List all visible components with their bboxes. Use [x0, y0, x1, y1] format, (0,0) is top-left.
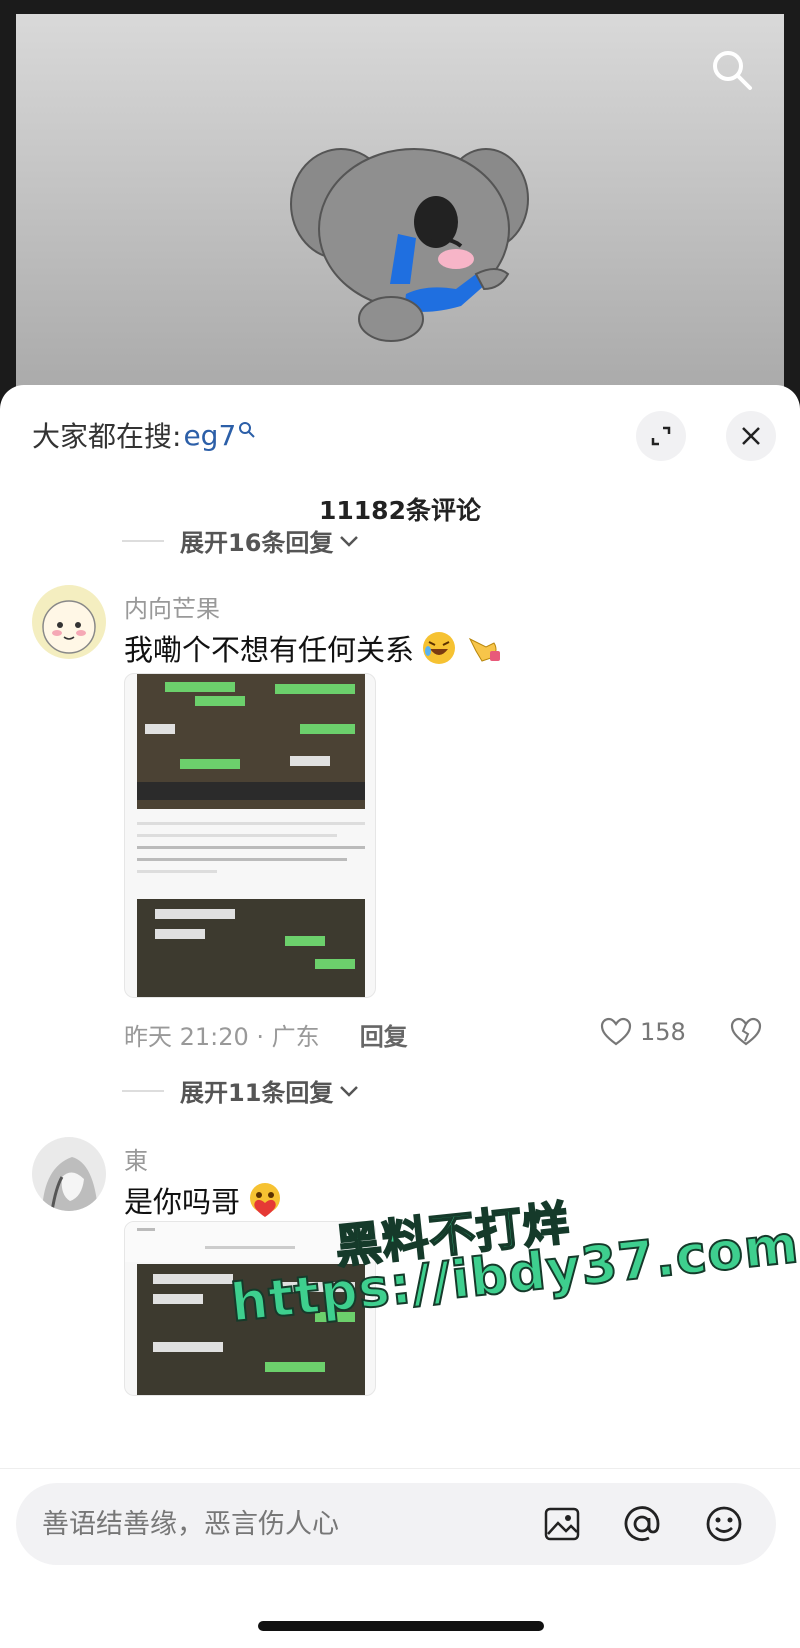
- close-icon: [742, 427, 760, 445]
- expand-replies-button[interactable]: 展开16条回复: [122, 523, 359, 558]
- rolling-laughing-emoji: [423, 632, 456, 664]
- like-button[interactable]: 158: [600, 1017, 686, 1047]
- close-button[interactable]: [726, 411, 776, 461]
- expand-icon: [651, 426, 671, 446]
- avatar[interactable]: [32, 1137, 106, 1211]
- sheet-header: 大家都在搜: eg7: [0, 385, 800, 475]
- home-indicator: [258, 1621, 544, 1631]
- comment-body: 我嘞个不想有任何关系: [124, 633, 415, 667]
- comment-username[interactable]: 内向芒果: [124, 589, 220, 624]
- expand-replies-label: 展开11条回复: [180, 1079, 334, 1107]
- image-icon[interactable]: [542, 1504, 582, 1544]
- hot-search-keyword[interactable]: eg7: [183, 419, 236, 452]
- comment-count: 11182条评论: [319, 496, 481, 525]
- like-count: 158: [640, 1018, 686, 1046]
- comment-item: 内向芒果 我嘞个不想有任何关系 昨天 21:20 · 广东 回复 158: [0, 585, 800, 1055]
- hot-search[interactable]: 大家都在搜: eg7: [32, 415, 256, 455]
- comment-input[interactable]: [42, 1508, 502, 1540]
- search-icon[interactable]: [710, 48, 754, 92]
- comment-input-container[interactable]: [16, 1483, 776, 1565]
- pointing-hand-emoji: [468, 637, 501, 662]
- expand-replies-label: 展开16条回复: [180, 529, 334, 557]
- mention-icon[interactable]: [622, 1504, 662, 1544]
- broken-heart-icon[interactable]: [730, 1017, 762, 1047]
- comment-time-location: 昨天 21:20 · 广东: [124, 1023, 320, 1051]
- video-frame[interactable]: [16, 14, 784, 400]
- reply-button[interactable]: 回复: [360, 1017, 408, 1052]
- chevron-down-icon: [340, 535, 359, 547]
- crying-koala-sticker: [290, 148, 529, 342]
- comment-text: 我嘞个不想有任何关系: [124, 627, 502, 669]
- comment-image[interactable]: [124, 673, 376, 998]
- divider: [122, 1089, 164, 1092]
- comment-username[interactable]: 東: [124, 1141, 148, 1176]
- emoji-icon[interactable]: [704, 1504, 744, 1544]
- video-area: [0, 0, 800, 400]
- comment-meta: 昨天 21:20 · 广东 回复: [124, 1017, 408, 1052]
- heart-icon: [600, 1017, 632, 1046]
- avatar[interactable]: [32, 585, 106, 659]
- search-icon: [239, 422, 255, 438]
- expand-replies-button[interactable]: 展开11条回复: [122, 1073, 359, 1108]
- chevron-down-icon: [340, 1085, 359, 1097]
- expand-button[interactable]: [636, 411, 686, 461]
- comment-input-bar: [0, 1468, 800, 1648]
- comment-sheet: 大家都在搜: eg7 11182条评论 展开16条回复 内向芒果 我嘞个不想有任…: [0, 385, 800, 1648]
- hot-search-label: 大家都在搜:: [32, 420, 182, 453]
- divider: [122, 539, 164, 542]
